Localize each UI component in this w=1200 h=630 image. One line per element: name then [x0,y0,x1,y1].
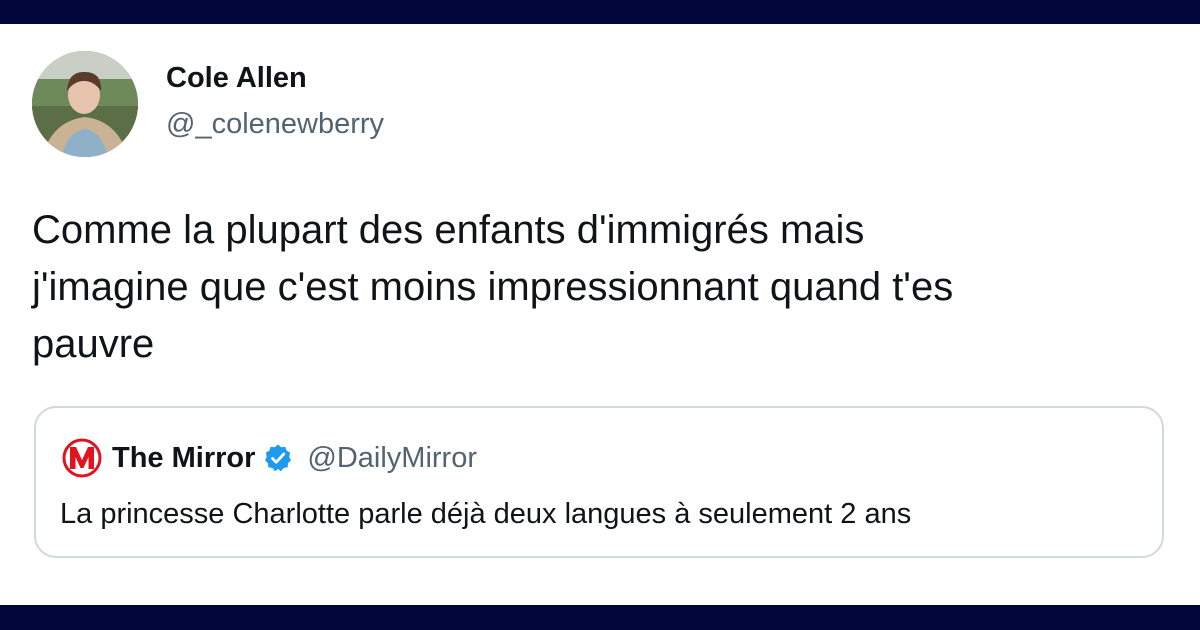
bottom-frame-bar [0,605,1200,630]
avatar[interactable] [32,51,138,157]
profile-photo-icon [32,51,138,157]
tweet-image-frame: Cole Allen @_colenewberry Comme la plupa… [0,0,1200,630]
top-frame-bar [0,0,1200,24]
quoted-tweet-text: La princesse Charlotte parle déjà deux l… [60,498,912,530]
author-handle[interactable]: @_colenewberry [166,108,384,141]
tweet-text: Comme la plupart des enfants d'immigrés … [32,202,1182,373]
verified-badge-icon [265,444,292,472]
tweet-text-line: j'imagine que c'est moins impressionnant… [32,265,954,309]
quoted-tweet-card[interactable]: The Mirror @DailyMirror La princesse Cha… [34,406,1164,558]
quoted-tweet-header: The Mirror @DailyMirror [60,438,477,478]
mirror-logo-icon [62,438,102,478]
quoted-author-name[interactable]: The Mirror [112,442,255,475]
tweet-text-line: pauvre [32,322,155,366]
tweet-text-line: Comme la plupart des enfants d'immigrés … [32,208,865,252]
quoted-author-handle[interactable]: @DailyMirror [307,442,477,475]
author-name[interactable]: Cole Allen [166,62,307,95]
tweet-card: Cole Allen @_colenewberry Comme la plupa… [0,24,1200,605]
